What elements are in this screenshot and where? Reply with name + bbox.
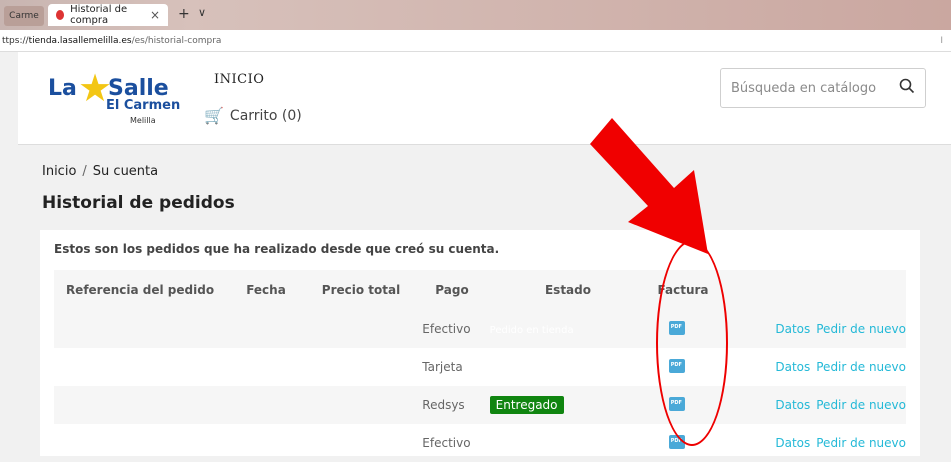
orders-intro: Estos son los pedidos que ha realizado d… — [54, 242, 500, 256]
annotation-ellipse — [656, 240, 728, 446]
search-input[interactable]: Búsqueda en catálogo — [720, 68, 926, 108]
search-icon[interactable] — [899, 78, 915, 98]
cell-estado: Pedido en tienda — [484, 322, 642, 336]
reorder-link[interactable]: Pedir de nuevo — [816, 436, 906, 450]
cell-actions: Datos Pedir de nuevo — [711, 360, 906, 374]
address-bar-edge: I — [940, 36, 943, 46]
breadcrumb-home[interactable]: Inicio — [42, 164, 76, 179]
logo-text-la: La — [48, 76, 77, 101]
page-title: Historial de pedidos — [42, 193, 235, 213]
details-link[interactable]: Datos — [775, 436, 810, 450]
logo-text-carmen: El Carmen — [106, 98, 181, 113]
url-path: /es/historial-compra — [131, 36, 222, 46]
table-header: Referencia del pedido Fecha Precio total… — [54, 270, 906, 310]
status-badge: Pedido en tienda — [489, 325, 574, 336]
cell-actions: Datos Pedir de nuevo — [711, 322, 906, 336]
annotation-arrow-icon — [590, 118, 708, 254]
cart-icon: 🛒 — [204, 106, 224, 125]
details-link[interactable]: Datos — [775, 398, 810, 412]
breadcrumb: Inicio / Su cuenta — [42, 164, 158, 179]
cell-pago: Efectivo — [422, 436, 471, 450]
cart-link[interactable]: 🛒 Carrito (0) — [204, 106, 302, 125]
close-tab-icon[interactable]: × — [150, 8, 160, 22]
table-row: Efectivo Pedido en tienda Datos Pedir de … — [54, 310, 906, 348]
cell-pago: Tarjeta — [422, 360, 463, 374]
tab-list-dropdown[interactable]: ∨ — [198, 6, 206, 19]
orders-table: Referencia del pedido Fecha Precio total… — [54, 270, 906, 462]
cell-actions: Datos Pedir de nuevo — [711, 398, 906, 412]
browser-tab-title: Historial de compra — [70, 4, 128, 26]
reorder-link[interactable]: Pedir de nuevo — [816, 398, 906, 412]
cell-pago: Redsys — [422, 398, 465, 412]
cell-estado: Entregado — [484, 396, 642, 414]
browser-tab-bar: Carme Historial de compra × + ∨ — [0, 0, 951, 30]
table-row: Tarjeta Datos Pedir de nuevo — [54, 348, 906, 386]
header-fecha: Fecha — [246, 283, 286, 297]
breadcrumb-separator: / — [82, 164, 87, 179]
cell-actions: Datos Pedir de nuevo — [711, 436, 906, 450]
breadcrumb-current[interactable]: Su cuenta — [93, 164, 158, 179]
header-referencia: Referencia del pedido — [65, 283, 215, 297]
cell-pago: Efectivo — [422, 322, 471, 336]
browser-tab-active[interactable]: Historial de compra × — [48, 4, 168, 26]
favicon-icon — [56, 10, 65, 20]
address-bar[interactable]: ttps://tienda.lasallemelilla.es/es/histo… — [0, 30, 951, 52]
reorder-link[interactable]: Pedir de nuevo — [816, 322, 906, 336]
url-domain: tienda.lasallemelilla.es — [28, 36, 132, 46]
logo-text-melilla: Melilla — [130, 116, 156, 125]
header-precio: Precio total — [321, 283, 401, 297]
search-placeholder: Búsqueda en catálogo — [731, 80, 877, 96]
orders-panel: Estos son los pedidos que ha realizado d… — [40, 230, 920, 456]
table-row: Efectivo Datos Pedir de nuevo — [54, 424, 906, 462]
browser-tab-previous[interactable]: Carme — [4, 6, 44, 26]
nav-inicio-link[interactable]: INICIO — [214, 72, 264, 87]
new-tab-button[interactable]: + — [178, 6, 190, 22]
header-estado: Estado — [544, 283, 591, 297]
url-prefix: ttps:// — [2, 36, 29, 46]
header-pago: Pago — [435, 283, 469, 297]
site-header: La ★ Salle El Carmen Melilla INICIO 🛒 Ca… — [18, 52, 951, 145]
details-link[interactable]: Datos — [775, 360, 810, 374]
site-logo[interactable]: La ★ Salle El Carmen Melilla — [48, 66, 198, 126]
table-row: Redsys Entregado Datos Pedir de nuevo — [54, 386, 906, 424]
reorder-link[interactable]: Pedir de nuevo — [816, 360, 906, 374]
cart-label: Carrito (0) — [229, 107, 302, 124]
status-badge: Entregado — [489, 396, 564, 414]
details-link[interactable]: Datos — [775, 322, 810, 336]
